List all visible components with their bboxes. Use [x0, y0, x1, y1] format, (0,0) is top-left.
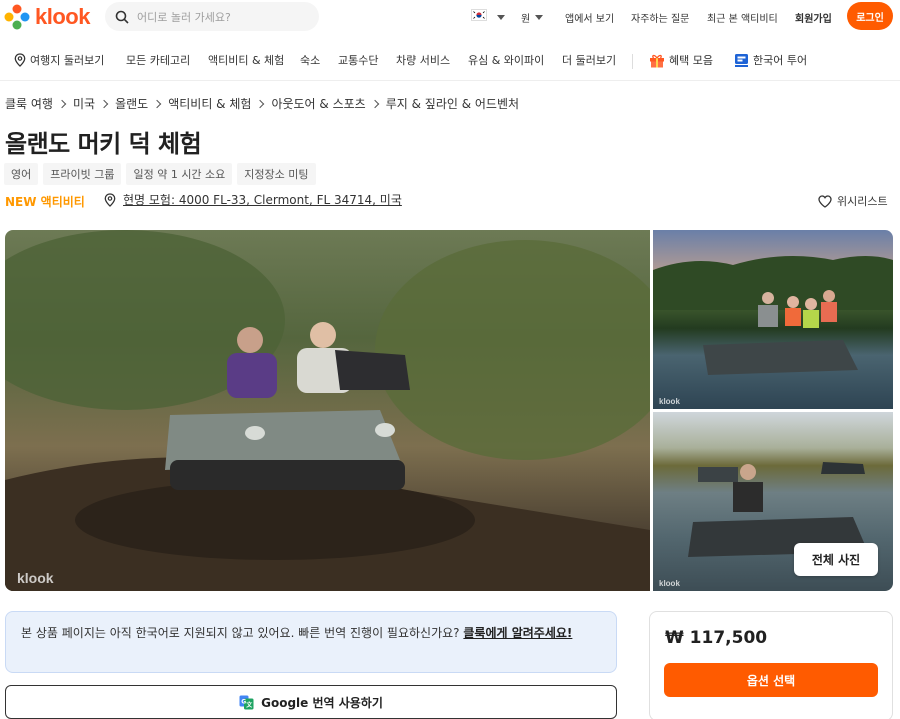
chevron-right-icon [99, 99, 109, 108]
breadcrumb-item[interactable]: 액티비티 & 체험 [168, 95, 251, 112]
page-title: 올랜도 머키 덕 체험 [5, 130, 202, 158]
product-tags: 영어 프라이빗 그룹 일정 약 1 시간 소요 지정장소 미팅 [4, 163, 316, 185]
category-explore-destinations[interactable]: 여행지 둘러보기 [14, 52, 104, 68]
nav-recently-viewed[interactable]: 최근 본 액티비티 [707, 0, 778, 34]
category-activities[interactable]: 액티비티 & 체험 [208, 52, 284, 68]
signup-link[interactable]: 회원가입 [795, 0, 832, 34]
category-bar: 여행지 둘러보기 모든 카테고리 액티비티 & 체험 숙소 교통수단 차량 서비… [0, 40, 900, 81]
new-activity-badge: NEW 액티비티 [5, 195, 85, 209]
deals-label: 혜택 모음 [669, 54, 713, 67]
address-link[interactable]: 현명 모험: 4000 FL-33, Clermont, FL 34714, 미… [104, 191, 402, 208]
tag-duration: 일정 약 1 시간 소요 [126, 163, 233, 185]
address-text: 현명 모험: 4000 FL-33, Clermont, FL 34714, 미… [123, 193, 402, 207]
category-korean-tour[interactable]: 한국어 투어 [734, 52, 807, 68]
watermark: klook [17, 570, 54, 586]
breadcrumb-item[interactable]: 미국 [73, 95, 95, 112]
category-deals[interactable]: 혜택 모음 [649, 52, 713, 68]
search-icon [115, 10, 129, 24]
tag-language: 영어 [4, 163, 39, 185]
translation-notice: 본 상품 페이지는 아직 한국어로 지원되지 않고 있어요. 빠른 번역 진행이… [5, 611, 617, 673]
breadcrumb-item[interactable]: 아웃도어 & 스포츠 [271, 95, 365, 112]
search-input[interactable]: 어디로 놀러 가세요? [105, 2, 319, 31]
language-chevron-down-icon[interactable] [497, 15, 505, 20]
breadcrumb-item[interactable]: 올랜도 [115, 95, 148, 112]
logo-text: klook [35, 4, 90, 29]
category-transport[interactable]: 교통수단 [338, 52, 378, 68]
heart-icon [818, 194, 832, 208]
chevron-right-icon [256, 99, 265, 108]
top-bar: klook 어디로 놀러 가세요? 원 앱에서 보기 자주하는 질문 최근 본 … [0, 0, 900, 34]
login-button[interactable]: 로그인 [847, 2, 893, 30]
chevron-right-icon [57, 99, 67, 108]
chevron-right-icon [370, 99, 379, 108]
google-translate-button[interactable]: G 文 Google 번역 사용하기 [5, 685, 617, 719]
category-stays[interactable]: 숙소 [300, 52, 320, 68]
currency-chevron-down-icon [535, 14, 544, 20]
side-photo-1[interactable]: klook [653, 230, 893, 409]
select-options-button[interactable]: 옵션 선택 [664, 663, 878, 697]
location-pin-icon [104, 192, 116, 207]
watermark: klook [659, 579, 680, 588]
watermark: klook [659, 397, 680, 406]
view-all-photos-button[interactable]: 전체 사진 [794, 543, 878, 576]
price: ₩ 117,500 [665, 628, 768, 648]
korea-flag-icon[interactable] [471, 9, 487, 21]
category-divider [632, 54, 633, 69]
google-translate-icon: G 文 [239, 695, 254, 709]
breadcrumb: 클룩 여행 미국 올랜도 액티비티 & 체험 아웃도어 & 스포츠 루지 & 짚… [5, 95, 519, 112]
google-translate-label: Google 번역 사용하기 [261, 695, 383, 710]
main-photo[interactable]: klook [5, 230, 650, 591]
lake-vehicle-illustration [653, 256, 893, 375]
korean-guide-icon [735, 53, 748, 67]
korean-tour-label: 한국어 투어 [753, 54, 808, 67]
wishlist-label: 위시리스트 [837, 195, 888, 208]
nav-app-view[interactable]: 앱에서 보기 [565, 0, 614, 34]
chevron-right-icon [152, 99, 162, 108]
category-all[interactable]: 모든 카테고리 [126, 52, 190, 68]
breadcrumb-item[interactable]: 클룩 여행 [5, 95, 53, 112]
klook-logo[interactable]: klook [4, 4, 90, 30]
booking-card: ₩ 117,500 옵션 선택 [649, 611, 893, 719]
svg-text:文: 文 [245, 701, 253, 709]
breadcrumb-item[interactable]: 루지 & 짚라인 & 어드벤처 [386, 95, 519, 112]
currency-selector[interactable]: 원 [521, 0, 544, 34]
tag-meeting-point: 지정장소 미팅 [237, 163, 316, 185]
category-label: 여행지 둘러보기 [30, 54, 105, 67]
wishlist-button[interactable]: 위시리스트 [818, 193, 888, 209]
tag-private-group: 프라이빗 그룹 [43, 163, 122, 185]
location-pin-icon [14, 53, 26, 67]
muddy-duck-vehicle-illustration [5, 230, 650, 591]
category-more[interactable]: 더 둘러보기 [562, 52, 616, 68]
notice-text: 본 상품 페이지는 아직 한국어로 지원되지 않고 있어요. 빠른 번역 진행이… [21, 626, 464, 640]
search-placeholder: 어디로 놀러 가세요? [137, 10, 231, 24]
notify-klook-link[interactable]: 클룩에게 알려주세요! [463, 626, 572, 640]
category-sim-wifi[interactable]: 유심 & 와이파이 [468, 52, 544, 68]
klook-logo-icon [4, 4, 30, 30]
nav-faq[interactable]: 자주하는 질문 [631, 0, 689, 34]
gift-icon [650, 54, 664, 67]
category-car-service[interactable]: 차량 서비스 [396, 52, 450, 68]
currency-label: 원 [521, 13, 531, 25]
